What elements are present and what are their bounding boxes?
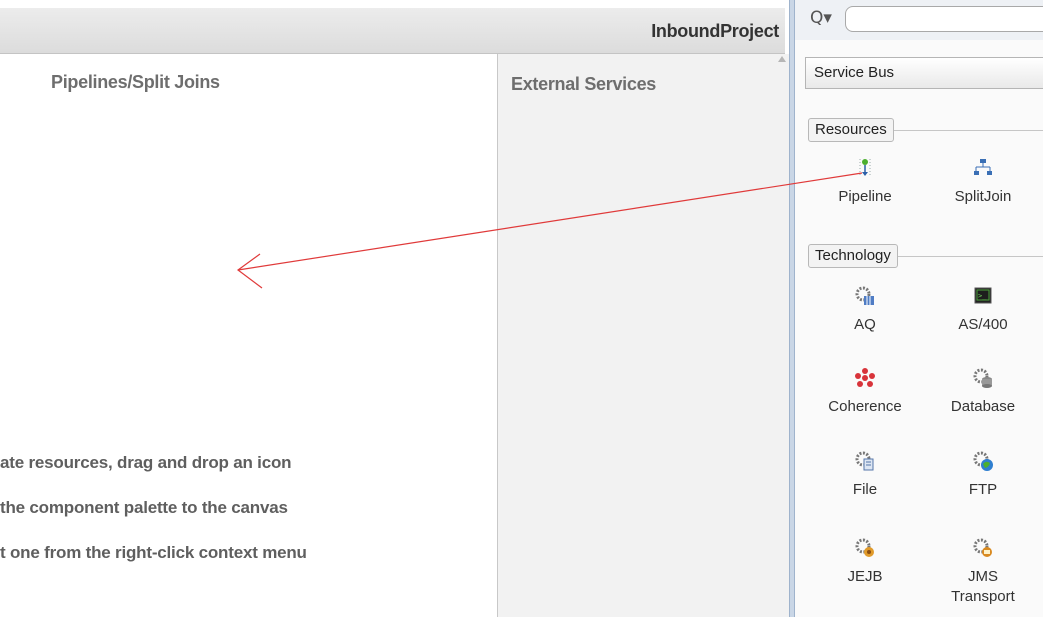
palette-item-label: AS/400 <box>958 316 1008 333</box>
canvas-hint-line: ate resources, drag and drop an icon <box>0 453 292 472</box>
coherence-icon <box>855 368 875 387</box>
palette-item-label: FTP <box>968 481 998 498</box>
ftp-icon <box>973 451 993 471</box>
palette-item-label: SplitJoin <box>954 188 1012 205</box>
palette-item-database[interactable]: Database <box>933 367 1033 417</box>
palette-item-jejb[interactable]: JEJB <box>815 537 915 587</box>
palette-item-file[interactable]: File <box>815 450 915 500</box>
file-icon <box>855 451 874 471</box>
external-services-lane-title: External Services <box>511 74 656 94</box>
palette-item-label: AQ <box>854 316 876 333</box>
as400-icon: >_ <box>974 287 992 304</box>
palette-item-label: Database <box>950 398 1016 415</box>
svg-text:>_: >_ <box>978 292 987 300</box>
group-title-resources[interactable]: Resources <box>808 118 894 142</box>
scroll-up-icon[interactable] <box>778 56 786 62</box>
palette-category-select[interactable]: Service Bus <box>805 57 1043 89</box>
external-services-lane[interactable]: External Services <box>497 54 789 617</box>
palette-item-label: File <box>852 481 878 498</box>
editor-canvas[interactable]: InboundProject Pipelines/Split Joins Ext… <box>0 0 789 617</box>
palette-item-coherence[interactable]: Coherence <box>815 367 915 417</box>
component-palette: Q▾ Service Bus Resources Pipeline SplitJ… <box>795 0 1043 617</box>
palette-item-splitjoin[interactable]: SplitJoin <box>933 157 1033 207</box>
palette-item-label: JEJB <box>847 568 883 585</box>
search-icon[interactable]: Q▾ <box>810 8 832 28</box>
splitjoin-icon <box>974 159 992 175</box>
palette-search-input[interactable] <box>845 6 1043 32</box>
editor-header: InboundProject <box>0 8 785 54</box>
palette-item-ftp[interactable]: FTP <box>933 450 1033 500</box>
palette-item-jms-transport[interactable]: JMS Transport <box>933 537 1033 607</box>
pipelines-lane[interactable]: Pipelines/Split Joins <box>0 54 497 617</box>
project-title: InboundProject <box>651 21 779 41</box>
jejb-icon <box>855 538 874 557</box>
palette-item-label: Coherence <box>828 398 902 415</box>
palette-item-label: JMS Transport <box>951 568 1015 605</box>
group-title-label: Resources <box>815 121 887 138</box>
palette-item-label: Pipeline <box>838 188 892 205</box>
palette-item-pipeline[interactable]: Pipeline <box>815 157 915 207</box>
group-title-technology[interactable]: Technology <box>808 244 898 268</box>
pipeline-icon <box>859 159 871 177</box>
canvas-hint-line: the component palette to the canvas <box>0 498 288 517</box>
palette-search-bar: Q▾ <box>795 0 1043 40</box>
palette-category-value: Service Bus <box>814 64 895 81</box>
palette-item-aq[interactable]: AQ <box>815 285 915 335</box>
canvas-hint-line: t one from the right-click context menu <box>0 543 307 562</box>
group-title-label: Technology <box>815 247 891 264</box>
pipelines-lane-title: Pipelines/Split Joins <box>51 72 220 92</box>
database-icon <box>973 368 992 388</box>
aq-icon <box>855 286 874 305</box>
palette-item-as400[interactable]: >_ AS/400 <box>933 285 1033 335</box>
jms-transport-icon <box>973 538 992 557</box>
